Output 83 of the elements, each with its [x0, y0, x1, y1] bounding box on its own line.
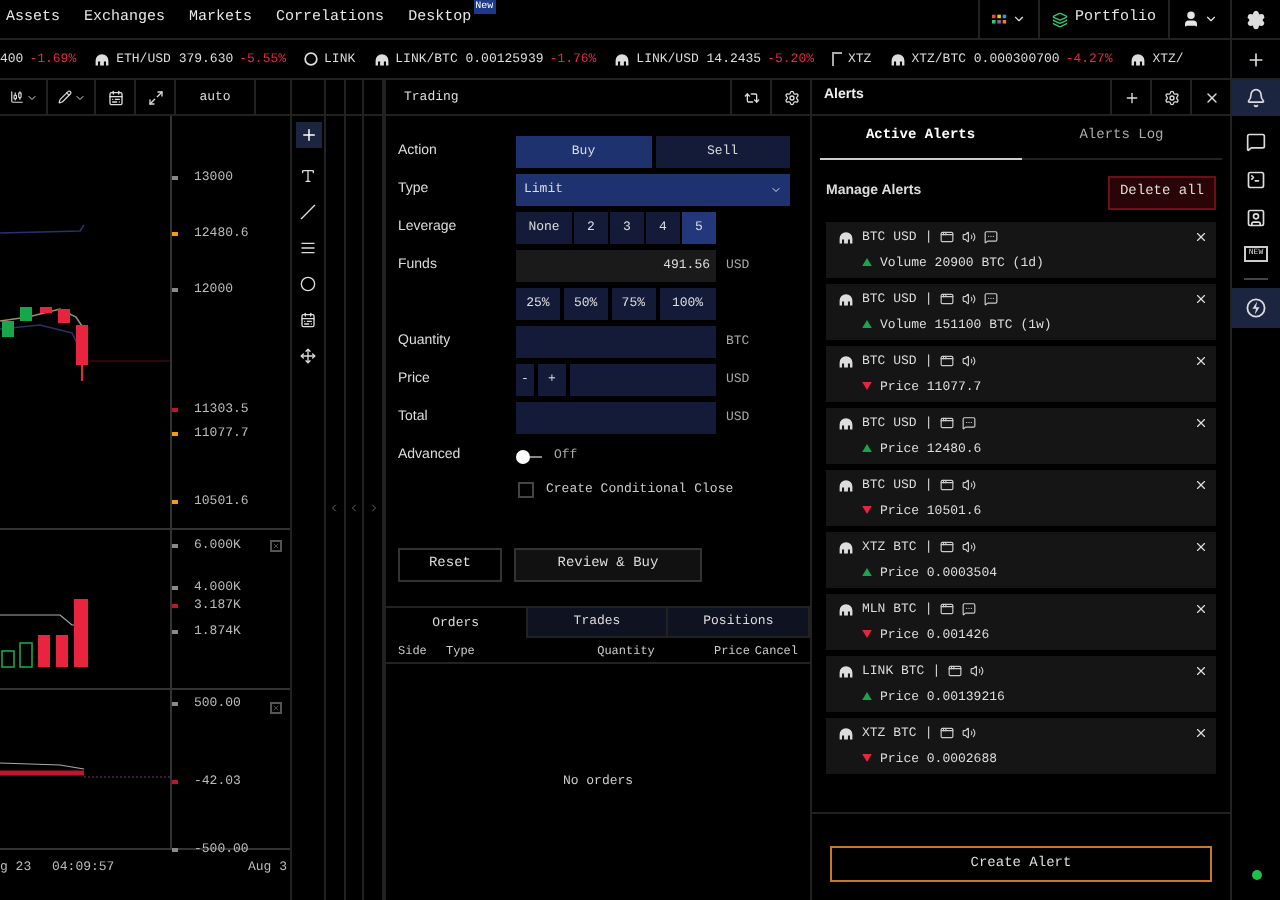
remove-alert-icon[interactable] [1194, 478, 1208, 493]
circle-tool-icon[interactable] [300, 276, 316, 292]
dome-icon [614, 52, 631, 66]
advanced-toggle[interactable] [516, 449, 548, 463]
remove-alert-icon[interactable] [1194, 416, 1208, 431]
volume-bar [1, 650, 15, 668]
dome-icon [838, 602, 854, 617]
text-tool-icon[interactable] [300, 168, 316, 184]
calendar-icon[interactable] [107, 89, 123, 105]
ring-icon [304, 52, 319, 66]
lightning-circle-icon[interactable] [1246, 298, 1266, 318]
caret-icon [770, 184, 782, 196]
down-triangle-icon [862, 630, 872, 639]
upper-band-line [0, 224, 85, 234]
remove-alert-icon[interactable] [1194, 230, 1208, 245]
up-triangle-icon [862, 258, 872, 267]
remove-alert-icon[interactable] [1194, 602, 1208, 617]
signal-line [0, 762, 85, 770]
dome-icon [889, 52, 906, 66]
line-tool-icon[interactable] [300, 204, 316, 220]
contact-icon[interactable] [1245, 208, 1266, 228]
down-triangle-icon [862, 506, 872, 515]
terminal-icon[interactable] [1245, 170, 1266, 190]
dome-icon [373, 52, 390, 66]
dome-icon [838, 478, 854, 493]
pen-icon[interactable] [57, 90, 71, 104]
volume-bar [56, 635, 68, 667]
candles-icon[interactable] [9, 90, 23, 104]
add-icon[interactable] [1123, 89, 1139, 105]
move-tool-icon[interactable] [300, 348, 316, 364]
up-triangle-icon [862, 444, 872, 453]
moving-average-line [0, 308, 85, 330]
dome-icon [838, 354, 854, 369]
remove-alert-icon[interactable] [1194, 726, 1208, 741]
swap-icon[interactable] [743, 89, 759, 105]
dome-icon [838, 416, 854, 431]
dome-icon [838, 230, 854, 245]
level-line [83, 776, 170, 778]
dome-icon [1130, 52, 1147, 66]
volume-bar [38, 635, 50, 667]
caret-icon[interactable] [1204, 12, 1218, 26]
add-icon[interactable] [1246, 49, 1266, 69]
down-triangle-icon [862, 754, 872, 763]
dome-icon [838, 726, 854, 741]
remove-alert-icon[interactable] [1194, 540, 1208, 555]
color-grid-icon[interactable] [992, 13, 1009, 25]
close-pane-icon[interactable] [270, 540, 282, 552]
bell-icon[interactable] [1246, 88, 1266, 108]
candle [20, 307, 32, 321]
candle [58, 309, 70, 323]
volume-bar [19, 642, 33, 668]
dome-icon [94, 52, 111, 66]
crosshair-tool-icon[interactable] [295, 122, 321, 148]
down-triangle-icon [862, 382, 872, 391]
settings-icon[interactable] [1246, 9, 1266, 29]
caret-icon[interactable] [1012, 12, 1027, 26]
layers-icon [1052, 11, 1069, 27]
expand-icon[interactable] [147, 89, 163, 105]
remove-alert-icon[interactable] [1194, 354, 1208, 369]
settings-icon[interactable] [1163, 89, 1179, 105]
total-field[interactable] [516, 402, 716, 434]
dome-icon [838, 664, 854, 679]
quantity-field[interactable] [516, 326, 716, 358]
conditional-close-checkbox[interactable] [518, 482, 534, 498]
dome-icon [838, 540, 854, 555]
up-triangle-icon [862, 568, 872, 577]
volume-bar [74, 599, 88, 667]
price-line [87, 360, 170, 362]
user-icon[interactable] [1182, 10, 1200, 28]
close-icon[interactable] [1203, 89, 1219, 105]
chat-icon[interactable] [1245, 132, 1266, 152]
candle [2, 321, 14, 337]
candle [40, 307, 52, 313]
settings-icon[interactable] [783, 89, 799, 105]
up-triangle-icon [862, 692, 872, 701]
close-pane-icon[interactable] [270, 702, 282, 714]
remove-alert-icon[interactable] [1194, 292, 1208, 307]
lines-tool-icon[interactable] [300, 240, 316, 256]
price-field[interactable] [570, 364, 716, 396]
remove-alert-icon[interactable] [1194, 664, 1208, 679]
up-triangle-icon [862, 320, 872, 329]
dome-icon [838, 292, 854, 307]
candle [76, 325, 88, 382]
